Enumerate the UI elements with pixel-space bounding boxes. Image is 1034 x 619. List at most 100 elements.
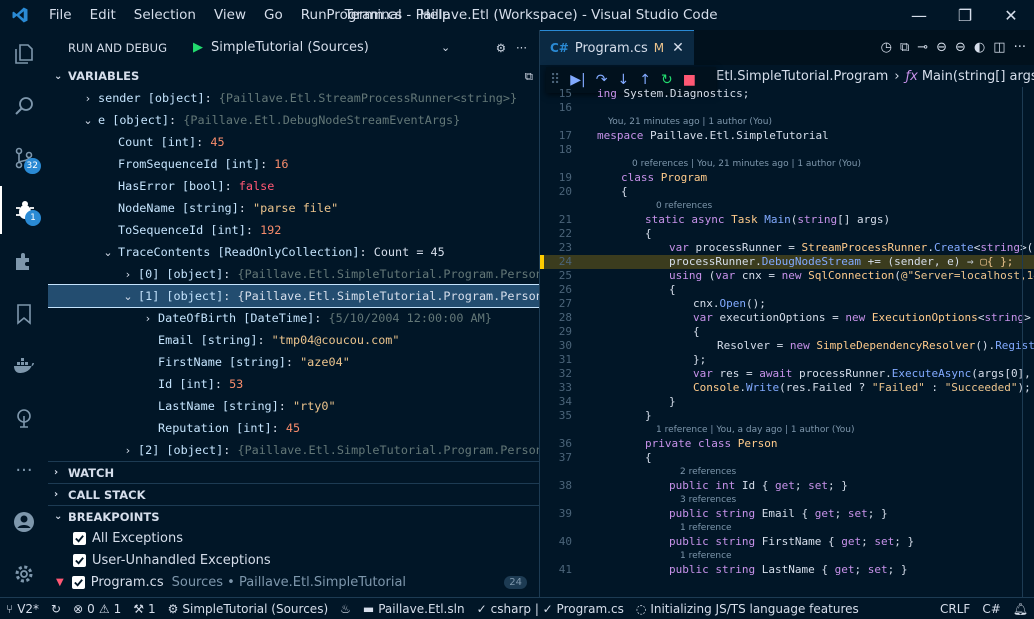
menu-view[interactable]: View bbox=[205, 0, 255, 30]
source-control-icon[interactable]: 32 bbox=[0, 134, 48, 182]
problems-item[interactable]: ⊗ 0 ⚠ 1 bbox=[67, 602, 127, 616]
step-into-icon[interactable]: ↓ bbox=[617, 72, 629, 88]
code-lens[interactable]: 1 reference | You, a day ago | 1 author … bbox=[540, 423, 1034, 437]
close-tab-icon[interactable]: ✕ bbox=[672, 40, 684, 56]
code-line[interactable]: 39 public string Email { get; set; } bbox=[540, 507, 1034, 521]
menu-run[interactable]: Run bbox=[292, 0, 336, 30]
eol-item[interactable]: CRLF bbox=[934, 602, 976, 616]
breadcrumb-method[interactable]: Main(string[] args) bbox=[922, 69, 1034, 84]
code-editor[interactable]: 15 ing System.Diagnostics; 16 You, 21 minut… bbox=[540, 87, 1034, 577]
menu-terminal[interactable]: Terminal bbox=[336, 0, 411, 30]
history-icon[interactable]: ◷ bbox=[881, 40, 892, 55]
code-line[interactable]: 26 { bbox=[540, 283, 1034, 297]
code-line[interactable]: 41 public string LastName { get; set; } bbox=[540, 563, 1034, 577]
code-line[interactable]: 17 mespace Paillave.Etl.SimpleTutorial bbox=[540, 129, 1034, 143]
more-actions-icon[interactable]: ··· bbox=[516, 41, 527, 55]
variable-row[interactable]: ⌄ TraceContents [ReadOnlyCollection]: Cou… bbox=[48, 241, 539, 263]
checkbox-checked-icon[interactable] bbox=[73, 553, 86, 567]
chevron-right-icon[interactable]: › bbox=[138, 308, 158, 330]
variable-row[interactable]: Email [string]: "tmp04@coucou.com" bbox=[48, 329, 539, 351]
code-line[interactable]: 21 static async Task Main(string[] args) bbox=[540, 213, 1034, 227]
variable-row[interactable]: FirstName [string]: "aze04" bbox=[48, 351, 539, 373]
tools-item[interactable]: ⚒ 1 bbox=[127, 602, 161, 616]
next-change-icon[interactable]: ⊖ bbox=[955, 40, 966, 55]
current-line[interactable]: 24 processRunner.DebugNodeStream += (send… bbox=[540, 255, 1034, 269]
code-line[interactable]: 32 var res = await processRunner.ExecuteA… bbox=[540, 367, 1034, 381]
stop-icon[interactable]: ■ bbox=[683, 72, 696, 88]
code-line[interactable]: 35} bbox=[540, 409, 1034, 423]
variable-row[interactable]: FromSequenceId [int]: 16 bbox=[48, 153, 539, 175]
checkbox-checked-icon[interactable] bbox=[73, 531, 86, 545]
split-editor-icon[interactable]: ◫ bbox=[993, 40, 1005, 55]
debug-config-item[interactable]: ⚙ SimpleTutorial (Sources) bbox=[162, 602, 335, 616]
start-debug-icon[interactable]: ▶ bbox=[193, 40, 203, 55]
run-debug-icon[interactable]: 1 bbox=[0, 186, 48, 234]
menu-selection[interactable]: Selection bbox=[125, 0, 205, 30]
chevron-down-icon[interactable]: ⌄ bbox=[118, 286, 138, 308]
chevron-down-icon[interactable]: ⌄ bbox=[78, 110, 98, 132]
code-line[interactable]: 28 var executionOptions = new ExecutionOp… bbox=[540, 311, 1034, 325]
code-line[interactable]: 37 { bbox=[540, 451, 1034, 465]
watch-section-header[interactable]: › WATCH bbox=[48, 461, 539, 483]
variable-row[interactable]: Reputation [int]: 45 bbox=[48, 417, 539, 439]
restart-icon[interactable]: ↻ bbox=[661, 72, 673, 88]
variable-row[interactable]: › [2] [object]: {Paillave.Etl.SimpleTutor… bbox=[48, 439, 539, 461]
code-line[interactable]: 15 ing System.Diagnostics; bbox=[540, 87, 1034, 101]
toggle-blame-icon[interactable]: ◐ bbox=[974, 40, 985, 55]
git-compare-icon[interactable]: ⊸ bbox=[917, 40, 928, 55]
variable-row[interactable]: › DateOfBirth [DateTime]: {5/10/2004 12:0… bbox=[48, 307, 539, 329]
branch-item[interactable]: ⑂ V2* bbox=[0, 602, 45, 616]
variables-section-header[interactable]: ⌄ VARIABLES ⧉ bbox=[48, 65, 539, 87]
language-item[interactable]: C# bbox=[976, 602, 1006, 616]
debug-config-name[interactable]: SimpleTutorial (Sources) bbox=[211, 40, 441, 55]
code-line[interactable]: 27 cnx.Open(); bbox=[540, 297, 1034, 311]
notifications-bell-icon[interactable]: 🔔︎ bbox=[1007, 602, 1034, 616]
breakpoint-program-cs[interactable]: ▼ Program.cs Sources • Paillave.Etl.Simp… bbox=[48, 571, 539, 593]
debug-config-selector[interactable]: ▶ SimpleTutorial (Sources) ⌄ bbox=[193, 40, 450, 55]
settings-gear-icon[interactable]: ⚙ bbox=[496, 41, 506, 55]
tab-program-cs[interactable]: C# Program.cs M ✕ bbox=[540, 30, 694, 65]
breakpoint-user-unhandled[interactable]: User-Unhandled Exceptions bbox=[48, 549, 539, 571]
more-icon[interactable]: ··· bbox=[0, 446, 48, 494]
open-changes-icon[interactable]: ⧉ bbox=[900, 40, 909, 55]
tree-view-icon[interactable] bbox=[0, 394, 48, 442]
code-lens[interactable]: You, 21 minutes ago | 1 author (You) bbox=[540, 115, 1034, 129]
code-lens[interactable]: 1 reference bbox=[540, 521, 1034, 535]
code-line[interactable]: 18 bbox=[540, 143, 1034, 157]
menu-help[interactable]: Help bbox=[411, 0, 460, 30]
variable-row[interactable]: › [0] [object]: {Paillave.Etl.SimpleTutor… bbox=[48, 263, 539, 285]
collapse-all-icon[interactable]: ⧉ bbox=[525, 69, 533, 84]
bookmarks-icon[interactable] bbox=[0, 290, 48, 338]
code-line[interactable]: 22 { bbox=[540, 227, 1034, 241]
previous-change-icon[interactable]: ⊖ bbox=[936, 40, 947, 55]
solution-item[interactable]: ▬ Paillave.Etl.sln bbox=[357, 602, 471, 616]
code-lens[interactable]: 1 reference bbox=[540, 549, 1034, 563]
code-line[interactable]: 29 { bbox=[540, 325, 1034, 339]
breakpoint-all-exceptions[interactable]: All Exceptions bbox=[48, 527, 539, 549]
call-stack-section-header[interactable]: › CALL STACK bbox=[48, 483, 539, 505]
docker-icon[interactable] bbox=[0, 342, 48, 390]
code-line[interactable]: 33 Console.Write(res.Failed ? "Failed" : … bbox=[540, 381, 1034, 395]
step-out-icon[interactable]: ↑ bbox=[639, 72, 651, 88]
chevron-right-icon[interactable]: › bbox=[118, 440, 138, 462]
code-line[interactable]: 36 private class Person bbox=[540, 437, 1034, 451]
code-line[interactable]: 34} bbox=[540, 395, 1034, 409]
variable-row[interactable]: HasError [bool]: false bbox=[48, 175, 539, 197]
code-line[interactable]: 19 class Program bbox=[540, 171, 1034, 185]
variable-row[interactable]: ToSequenceId [int]: 192 bbox=[48, 219, 539, 241]
minimize-button[interactable]: — bbox=[896, 0, 942, 30]
project-item[interactable]: ✓ csharp | ✓ Program.cs bbox=[471, 602, 630, 616]
checkbox-checked-icon[interactable] bbox=[71, 575, 85, 589]
code-line[interactable]: 31}; bbox=[540, 353, 1034, 367]
variable-row[interactable]: › sender [object]: {Paillave.Etl.StreamPr… bbox=[48, 87, 539, 109]
continue-icon[interactable]: ▶| bbox=[570, 72, 585, 88]
code-line[interactable]: 16 bbox=[540, 101, 1034, 115]
breakpoints-section-header[interactable]: ⌄ BREAKPOINTS bbox=[48, 505, 539, 527]
more-actions-icon[interactable]: ··· bbox=[1014, 40, 1026, 55]
variable-row[interactable]: LastName [string]: "rty0" bbox=[48, 395, 539, 417]
close-window-button[interactable]: ✕ bbox=[988, 0, 1034, 30]
scrollbar[interactable] bbox=[1022, 87, 1034, 597]
drag-handle-icon[interactable]: ⠿ bbox=[550, 72, 560, 88]
sync-icon[interactable]: ↻ bbox=[45, 602, 67, 616]
code-line[interactable]: 40 public string FirstName { get; set; } bbox=[540, 535, 1034, 549]
